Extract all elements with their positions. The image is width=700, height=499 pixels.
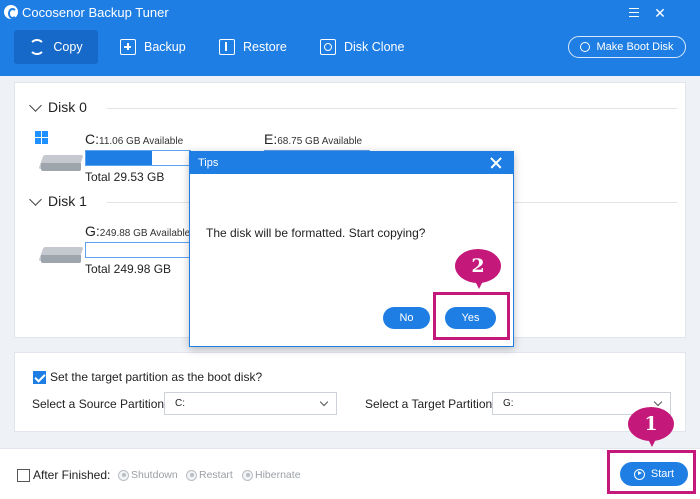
after-finished-option[interactable]: After Finished: [17, 468, 110, 482]
radio-shutdown-label: Shutdown [131, 469, 178, 481]
source-partition-value: C: [175, 398, 185, 409]
after-finished-label: After Finished: [33, 468, 111, 482]
partition-total: Total 29.53 GB [85, 170, 165, 184]
drive-icon [38, 241, 84, 263]
tab-restore[interactable]: Restore [219, 30, 287, 64]
boot-disk-checkbox[interactable] [33, 370, 46, 384]
step-1-callout: 1 [628, 407, 674, 447]
title-bar: Cocosenor Backup Tuner ✕ [0, 0, 700, 26]
source-partition-select[interactable]: C: [164, 392, 337, 415]
bottom-bar: After Finished: Shutdown Restart Hiberna… [0, 448, 700, 499]
chevron-down-icon [653, 397, 663, 407]
usage-bar-fill [86, 151, 152, 165]
usage-bar [85, 150, 191, 166]
radio-shutdown[interactable]: Shutdown [118, 469, 178, 481]
radio-hibernate-label: Hibernate [255, 469, 301, 481]
windows-icon [35, 131, 49, 145]
disc-icon [580, 42, 591, 52]
after-finished-checkbox[interactable] [17, 468, 30, 482]
radio-icon [118, 469, 129, 481]
boot-disk-option[interactable]: Set the target partition as the boot dis… [33, 370, 262, 384]
menu-icon [629, 8, 639, 17]
radio-restart[interactable]: Restart [186, 469, 233, 481]
radio-restart-label: Restart [199, 469, 233, 481]
no-button[interactable]: No [383, 307, 430, 329]
dialog-title: Tips [198, 157, 219, 169]
window-close-button[interactable]: ✕ [652, 5, 668, 21]
options-panel: Set the target partition as the boot dis… [14, 352, 686, 432]
tab-disk-clone[interactable]: Disk Clone [320, 30, 404, 64]
drive-icon [38, 149, 84, 171]
tab-backup[interactable]: Backup [120, 30, 186, 64]
source-partition-label: Select a Source Partition: [32, 397, 168, 411]
tab-copy[interactable]: Copy [14, 30, 98, 64]
tab-restore-label: Restore [243, 40, 287, 54]
make-boot-disk-label: Make Boot Disk [596, 41, 674, 53]
tab-disk-clone-label: Disk Clone [344, 40, 405, 54]
chevron-down-icon [29, 192, 42, 206]
disk-0-name: Disk 0 [48, 99, 87, 115]
disk-0-header[interactable]: Disk 0 [29, 98, 677, 115]
refresh-icon [29, 39, 46, 55]
yes-highlight-box [433, 292, 510, 340]
disk-1-header[interactable]: Disk 1 [29, 192, 677, 209]
partition-label: G:249.88 GB Available [85, 223, 191, 239]
dialog-close-icon[interactable] [487, 154, 505, 172]
app-window: Cocosenor Backup Tuner ✕ Copy Backup Res… [0, 0, 700, 499]
app-logo-icon [4, 5, 18, 19]
plus-box-icon [120, 39, 136, 55]
disk-1-name: Disk 1 [48, 193, 87, 209]
dialog-title-bar: Tips [190, 152, 513, 174]
radio-hibernate[interactable]: Hibernate [242, 469, 301, 481]
window-title: Cocosenor Backup Tuner [22, 5, 169, 20]
radio-icon [186, 469, 197, 481]
tab-backup-label: Backup [144, 40, 186, 54]
tab-copy-label: Copy [53, 40, 83, 54]
divider [107, 108, 677, 109]
partition-label: E:68.75 GB Available [264, 131, 363, 147]
toolbar: Cocosenor Backup Tuner ✕ Copy Backup Res… [0, 0, 700, 76]
menu-button[interactable] [626, 5, 642, 21]
chevron-down-icon [319, 397, 329, 407]
restore-icon [219, 39, 235, 55]
step-2-callout: 2 [455, 249, 501, 289]
start-highlight-box [607, 450, 696, 494]
radio-icon [242, 469, 253, 481]
target-partition-label: Select a Target Partition: [365, 397, 496, 411]
make-boot-disk-button[interactable]: Make Boot Disk [568, 36, 686, 58]
boot-disk-label: Set the target partition as the boot dis… [50, 370, 263, 384]
partition-total: Total 249.98 GB [85, 262, 172, 276]
disk-clone-icon [320, 39, 336, 55]
partition-label: C:11.06 GB Available [85, 131, 184, 147]
target-partition-value: G: [503, 398, 514, 409]
chevron-down-icon [29, 98, 42, 112]
dialog-message: The disk will be formatted. Start copyin… [206, 226, 426, 240]
usage-bar [85, 242, 191, 258]
